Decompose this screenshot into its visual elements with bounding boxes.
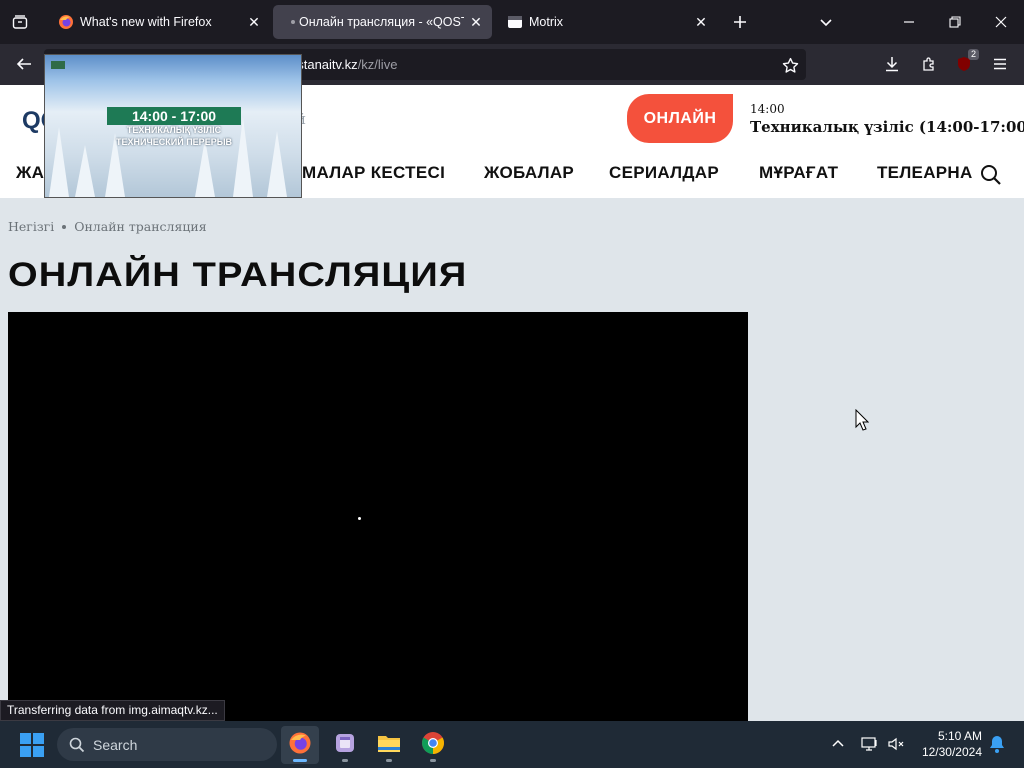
tab-title: Онлайн трансляция - «QOSTANAI <box>299 15 464 29</box>
mouse-cursor-icon <box>855 409 869 431</box>
ublock-origin-icon[interactable]: 2 <box>949 49 979 79</box>
menu-item-archive[interactable]: МҰРАҒАТ <box>759 163 838 183</box>
browser-status-text: Transferring data from img.aimaqtv.kz... <box>0 700 225 721</box>
breadcrumb-separator <box>62 224 67 229</box>
notes-app-icon <box>334 732 356 759</box>
menu-item-series[interactable]: СЕРИАЛДАР <box>609 163 719 183</box>
taskbar-search-placeholder: Search <box>93 736 138 753</box>
video-player[interactable] <box>8 312 748 732</box>
list-all-tabs-icon[interactable] <box>4 6 36 38</box>
chrome-icon <box>421 731 445 760</box>
taskbar-file-explorer[interactable] <box>370 726 408 764</box>
taskbar-firefox[interactable] <box>281 726 319 764</box>
hamburger-menu-icon[interactable] <box>985 49 1015 79</box>
menu-item-projects[interactable]: ЖОБАЛАР <box>484 163 574 183</box>
bookmark-star-icon[interactable] <box>775 50 805 80</box>
menu-item-schedule[interactable]: МАЛАР КЕСТЕСІ <box>302 163 445 183</box>
firefox-icon <box>288 731 312 760</box>
tab-hover-preview: 14:00 - 17:00 ТЕХНИКАЛЫҚ ҮЗІЛІС ТЕХНИЧЕС… <box>44 54 302 198</box>
tab-whats-new-firefox[interactable]: What's new with Firefox ✕ <box>46 5 270 39</box>
minimize-icon[interactable] <box>893 6 925 38</box>
taskbar-search-box[interactable]: Search <box>57 728 277 761</box>
system-clock[interactable]: 5:10 AM 12/30/2024 <box>916 728 982 760</box>
breadcrumb-home[interactable]: Негізгі <box>8 219 54 234</box>
loading-spinner-icon <box>358 517 361 520</box>
taskbar-chrome[interactable] <box>414 726 452 764</box>
breadcrumb: Негізгі Онлайн трансляция <box>8 219 207 234</box>
clock-time: 5:10 AM <box>937 729 982 743</box>
close-tab-icon[interactable]: ✕ <box>464 10 488 34</box>
channel-logo <box>51 61 65 69</box>
volume-muted-icon[interactable] <box>885 733 907 755</box>
firefox-icon <box>58 14 74 30</box>
downloads-icon[interactable] <box>877 49 907 79</box>
clock-date: 12/30/2024 <box>921 745 982 759</box>
close-tab-icon[interactable]: ✕ <box>242 10 266 34</box>
page-title: ОНЛАЙН ТРАНСЛЯЦИЯ <box>8 256 468 294</box>
close-window-icon[interactable] <box>985 6 1017 38</box>
close-tab-icon[interactable]: ✕ <box>689 10 713 34</box>
menu-item-zhanalyqtar[interactable]: ЖА <box>16 163 44 183</box>
tab-title: What's new with Firefox <box>80 15 212 29</box>
windows-taskbar: Search 5:10 AM 12/30/2024 <box>0 721 1024 768</box>
search-icon <box>69 737 85 753</box>
chevron-down-icon[interactable] <box>810 6 842 38</box>
extension-badge: 2 <box>967 49 979 60</box>
extensions-puzzle-icon[interactable] <box>914 49 944 79</box>
tab-title: Motrix <box>529 15 564 29</box>
search-icon[interactable] <box>980 164 1002 186</box>
file-explorer-icon <box>377 732 401 759</box>
breadcrumb-current: Онлайн трансляция <box>74 219 207 234</box>
url-text[interactable]: ostanaitv.kz/kz/live <box>290 57 397 72</box>
back-arrow-icon[interactable] <box>9 49 39 79</box>
menu-item-channels[interactable]: ТЕЛЕАРНА <box>877 163 973 183</box>
motrix-icon <box>507 14 523 30</box>
now-playing-title: Техникалық үзіліс (14:00-17:00) <box>750 118 1024 136</box>
preview-caption-ru: ТЕХНИЧЕСКИЙ ПЕРЕРЫВ <box>115 137 233 147</box>
chevron-up-icon[interactable] <box>827 733 849 755</box>
tab-online-broadcast[interactable]: Онлайн трансляция - «QOSTANAI ✕ <box>273 5 492 39</box>
windows-start-icon[interactable] <box>20 733 44 757</box>
network-icon[interactable] <box>859 733 881 755</box>
tab-motrix[interactable]: Motrix ✕ <box>495 5 717 39</box>
browser-tab-strip: What's new with Firefox ✕ Онлайн трансля… <box>0 0 1024 44</box>
restore-icon[interactable] <box>939 6 971 38</box>
notification-bell-icon[interactable] <box>986 733 1008 755</box>
preview-caption-kz: ТЕХНИКАЛЫҚ ҮЗІЛІС <box>126 125 222 135</box>
new-tab-icon[interactable] <box>724 6 756 38</box>
now-playing-time: 14:00 <box>750 102 785 116</box>
preview-time-range: 14:00 - 17:00 <box>107 107 241 125</box>
online-button[interactable]: ОНЛАЙН <box>627 94 733 143</box>
taskbar-notes-app[interactable] <box>326 726 364 764</box>
